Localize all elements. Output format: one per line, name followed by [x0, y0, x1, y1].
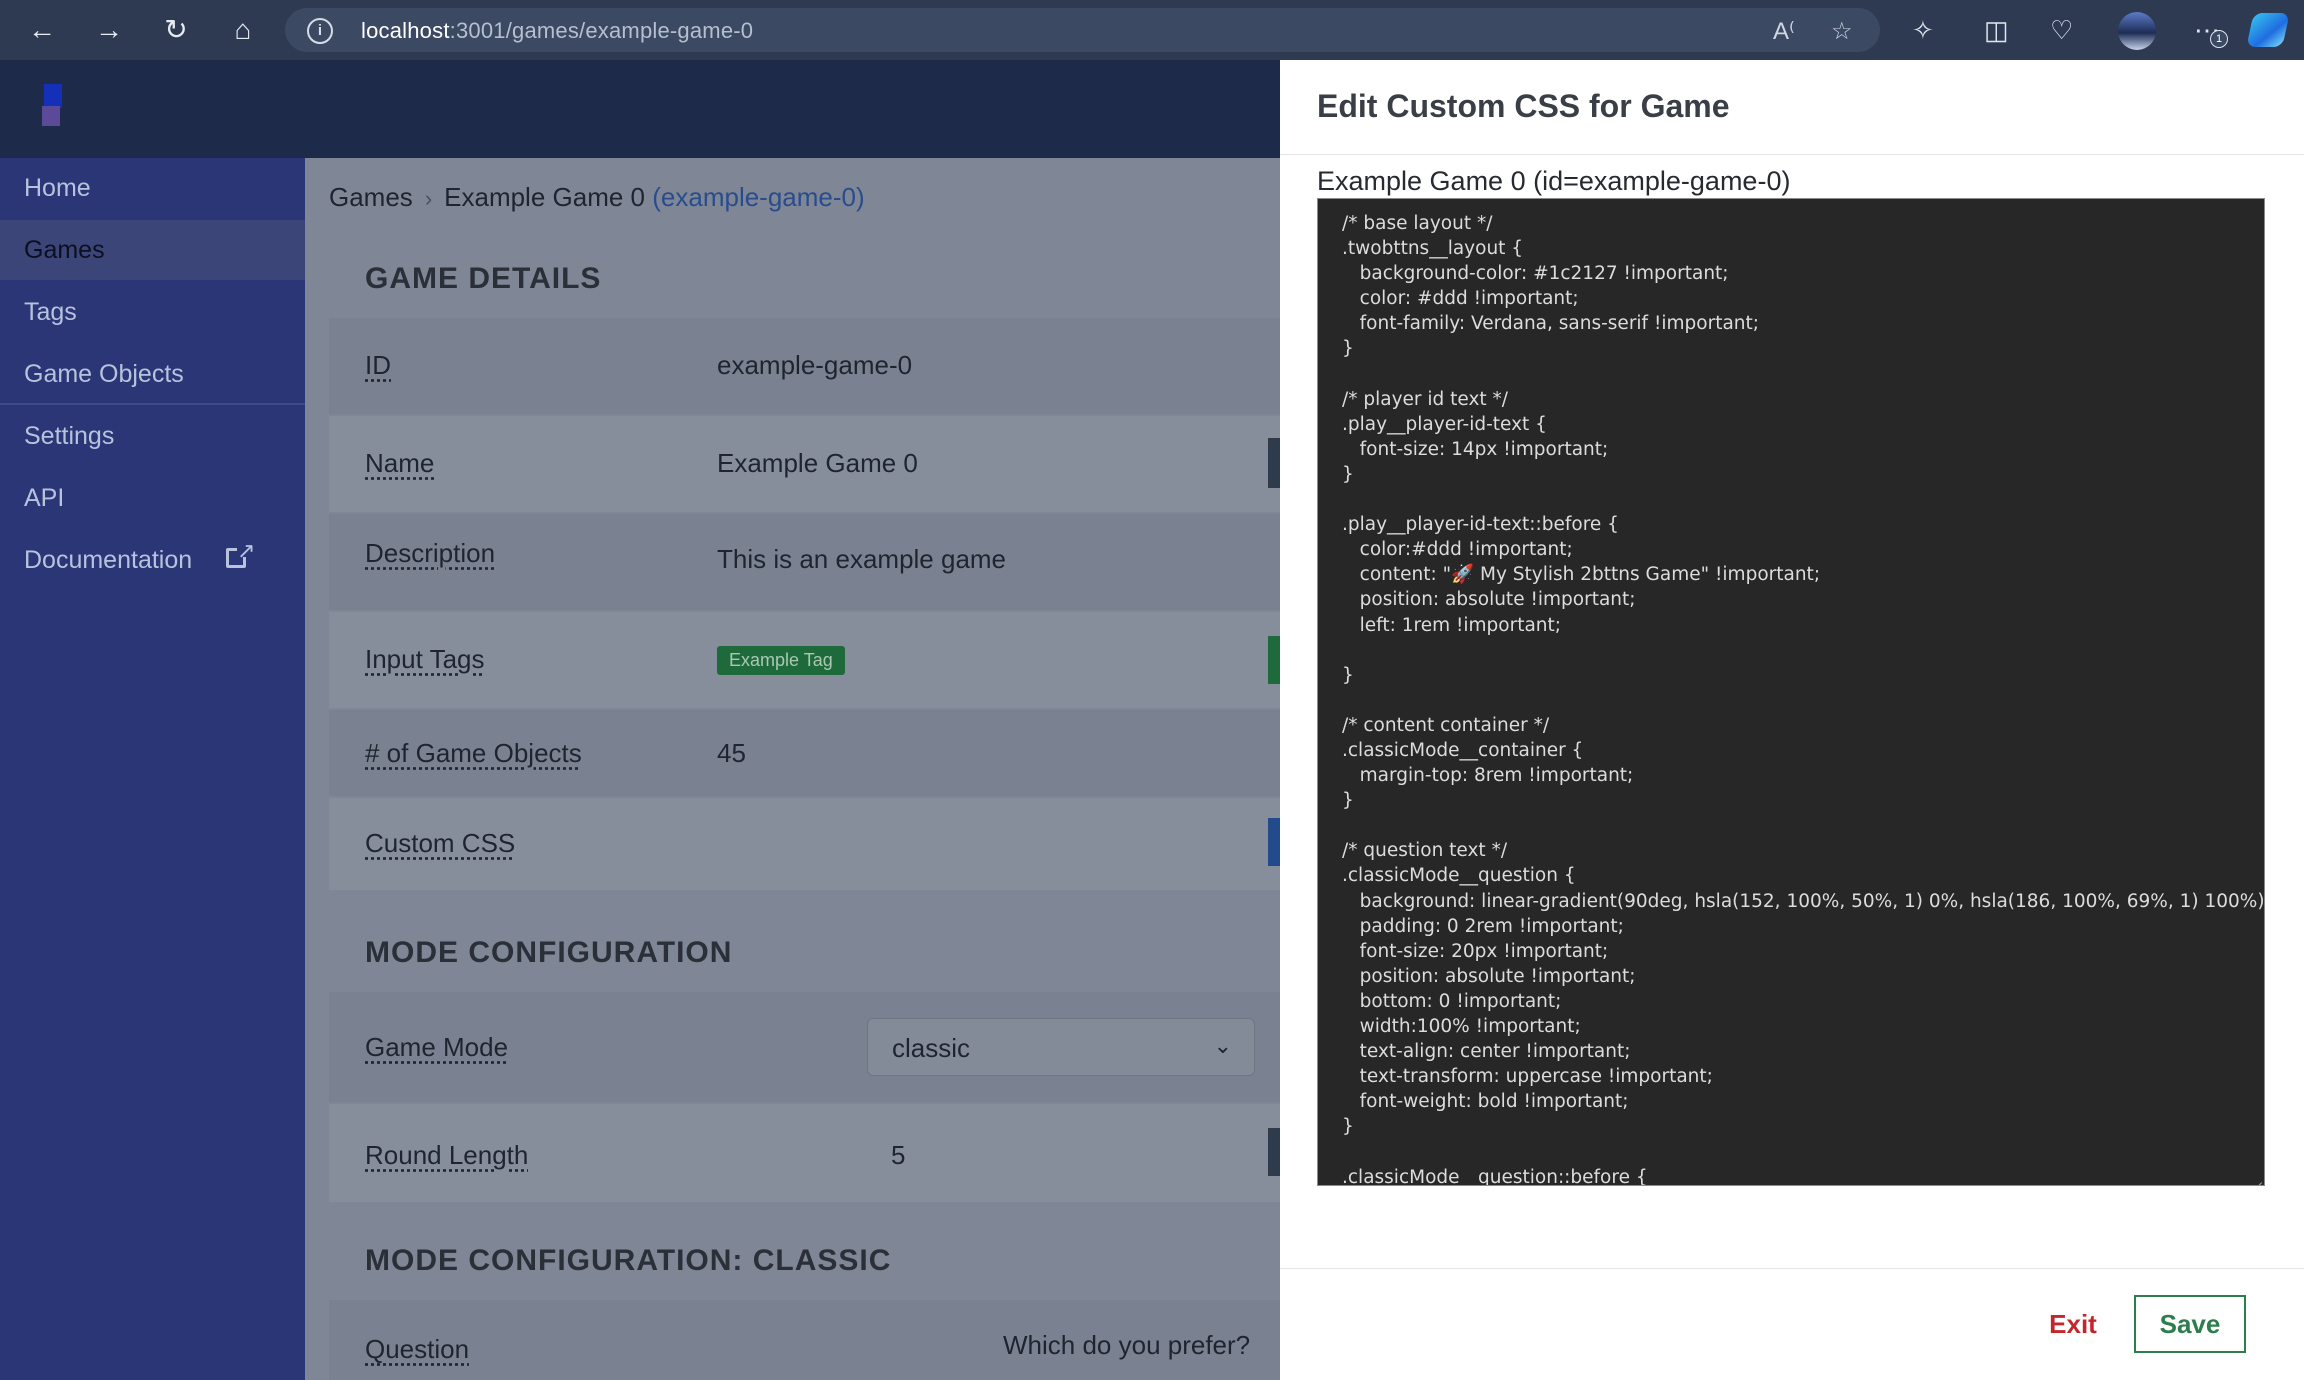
- detail-value: Example Game 0: [717, 448, 918, 478]
- detail-row-name: Name Example Game 0: [329, 416, 1280, 512]
- breadcrumb: Games › Example Game 0 (example-game-0): [329, 182, 865, 213]
- mode-configuration-title: MODE CONFIGURATION: [365, 936, 733, 969]
- sidebar-item-settings[interactable]: Settings: [0, 406, 305, 466]
- chevron-down-icon: ⌄: [1213, 1033, 1232, 1058]
- sidebar-divider: [0, 403, 305, 405]
- classic-configuration-title: MODE CONFIGURATION: CLASSIC: [365, 1244, 892, 1277]
- site-info-icon[interactable]: i: [307, 18, 333, 44]
- external-link-arrow-icon: ↗: [237, 538, 256, 563]
- sidebar: Home Games Tags Game Objects Settings AP…: [0, 158, 305, 1380]
- breadcrumb-slug: (example-game-0): [652, 182, 865, 212]
- read-aloud-icon[interactable]: A⁽: [1773, 17, 1795, 46]
- sidebar-item-label: Home: [24, 174, 91, 202]
- css-editor[interactable]: /* base layout */ .twobttns__layout { ba…: [1317, 198, 2265, 1186]
- detail-label: Input Tags: [365, 644, 485, 674]
- resize-handle-icon[interactable]: [2250, 1171, 2262, 1183]
- save-button[interactable]: Save: [2134, 1295, 2246, 1353]
- edit-name-button[interactable]: [1268, 438, 1280, 488]
- favorite-star-icon[interactable]: ☆: [1831, 17, 1853, 46]
- config-row-round-length: Round Length 5: [329, 1104, 1280, 1202]
- notification-badge: 1: [2210, 30, 2228, 48]
- detail-label: Custom CSS: [365, 828, 516, 858]
- breadcrumb-current: Example Game 0: [444, 182, 646, 212]
- detail-row-game-objects-count: # of Game Objects 45: [329, 710, 1280, 796]
- back-icon[interactable]: ←: [24, 12, 60, 48]
- config-value: Which do you prefer?: [1003, 1330, 1251, 1360]
- detail-row-id: ID example-game-0: [329, 318, 1280, 414]
- config-label: Game Mode: [365, 1032, 509, 1062]
- url-path: :3001/games/example-game-0: [449, 18, 754, 43]
- detail-label: Description: [365, 538, 496, 568]
- sidebar-item-documentation[interactable]: Documentation ↗: [0, 530, 305, 590]
- css-editor-content[interactable]: /* base layout */ .twobttns__layout { ba…: [1342, 211, 2264, 1185]
- sidebar-item-label: Tags: [24, 298, 77, 326]
- game-mode-value: classic: [892, 1033, 971, 1063]
- detail-row-custom-css: Custom CSS: [329, 798, 1280, 890]
- home-icon[interactable]: ⌂: [225, 12, 261, 48]
- config-value: 5: [891, 1140, 906, 1170]
- app-header: [0, 60, 1280, 158]
- detail-value: 45: [717, 738, 746, 768]
- edit-round-length-button[interactable]: [1268, 1128, 1280, 1176]
- split-screen-icon[interactable]: ◫: [1984, 12, 2009, 48]
- config-row-game-mode: Game Mode classic ⌄: [329, 992, 1280, 1102]
- edit-css-modal: Edit Custom CSS for Game Example Game 0 …: [1280, 60, 2304, 1380]
- sidebar-item-tags[interactable]: Tags: [0, 282, 305, 342]
- edit-custom-css-button[interactable]: [1268, 818, 1280, 866]
- breadcrumb-separator-icon: ›: [424, 186, 433, 211]
- modal-title: Edit Custom CSS for Game: [1317, 88, 1730, 124]
- app-logo[interactable]: [40, 84, 66, 130]
- config-row-question: Question Which do you prefer?: [329, 1300, 1280, 1380]
- browser-toolbar: ← → ↻ ⌂ i localhost:3001/games/example-g…: [0, 0, 2304, 60]
- detail-value: example-game-0: [717, 350, 913, 380]
- config-label: Round Length: [365, 1140, 529, 1170]
- sidebar-item-label: Game Objects: [24, 360, 184, 388]
- sidebar-item-label: Settings: [24, 422, 115, 450]
- app-background: Home Games Tags Game Objects Settings AP…: [0, 60, 1280, 1380]
- sidebar-item-home[interactable]: Home: [0, 158, 305, 218]
- edit-tags-button[interactable]: [1268, 636, 1280, 684]
- url-text[interactable]: localhost:3001/games/example-game-0: [361, 18, 753, 44]
- browser-essentials-icon[interactable]: ♡: [2050, 12, 2073, 48]
- modal-subtitle: Example Game 0 (id=example-game-0): [1317, 166, 1791, 196]
- extensions-icon[interactable]: ✧: [1912, 12, 1934, 48]
- config-label: Question: [365, 1334, 470, 1364]
- exit-button[interactable]: Exit: [2032, 1295, 2114, 1353]
- tag-badge[interactable]: Example Tag: [717, 646, 845, 675]
- copilot-icon[interactable]: [2246, 13, 2290, 47]
- sidebar-item-game-objects[interactable]: Game Objects: [0, 344, 305, 404]
- game-details-title: GAME DETAILS: [365, 262, 602, 295]
- url-host: localhost: [361, 18, 450, 43]
- main-content: Games › Example Game 0 (example-game-0) GA…: [305, 158, 1280, 1380]
- detail-row-input-tags: Input Tags Example Tag: [329, 612, 1280, 708]
- sidebar-item-games[interactable]: Games: [0, 220, 305, 280]
- detail-label: ID: [365, 350, 391, 380]
- reload-icon[interactable]: ↻: [158, 12, 194, 48]
- forward-icon[interactable]: →: [91, 12, 127, 48]
- detail-value: This is an example game: [717, 544, 1007, 574]
- profile-avatar[interactable]: [2118, 12, 2156, 50]
- address-bar[interactable]: i localhost:3001/games/example-game-0 A⁽…: [285, 8, 1880, 52]
- modal-header-divider: [1280, 154, 2304, 155]
- breadcrumb-games-link[interactable]: Games: [329, 182, 413, 212]
- detail-row-description: Description This is an example game: [329, 514, 1280, 610]
- game-mode-select[interactable]: classic ⌄: [867, 1018, 1255, 1076]
- detail-label: # of Game Objects: [365, 738, 582, 768]
- sidebar-item-api[interactable]: API: [0, 468, 305, 528]
- sidebar-item-label: Games: [24, 236, 105, 264]
- detail-label: Name: [365, 448, 435, 478]
- modal-footer-divider: [1280, 1268, 2304, 1269]
- sidebar-item-label: API: [24, 484, 65, 512]
- sidebar-item-label: Documentation: [24, 546, 193, 574]
